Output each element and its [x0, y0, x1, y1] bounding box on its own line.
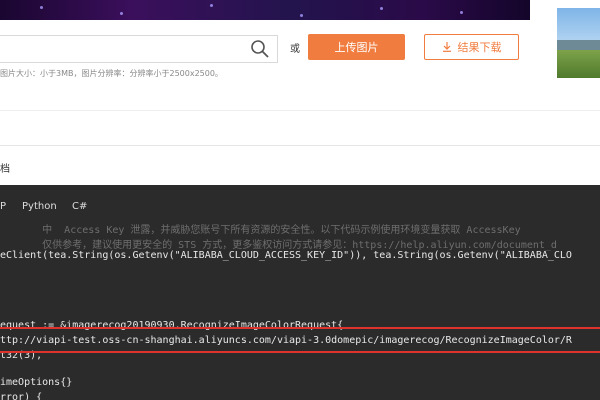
search-icon[interactable] — [249, 38, 271, 60]
code-line-runtime: imeOptions{} — [0, 377, 73, 388]
lang-tab-csharp[interactable]: C# — [72, 201, 87, 212]
section-header: 档 — [0, 145, 600, 186]
lang-tab-python[interactable]: Python — [22, 201, 57, 212]
code-panel: P Python C# 中 Access Key 泄露，并威胁您账号下所有资源的… — [0, 185, 600, 400]
sample-image-thumbnail[interactable] — [557, 8, 600, 78]
code-line-error: rror) { — [0, 392, 43, 400]
or-label: 或 — [290, 44, 300, 55]
code-line-comment-2: 仅供参考，建议使用更安全的 STS 方式，更多鉴权访问方式请参见：https:/… — [0, 240, 557, 251]
code-line-client: eClient(tea.String(os.Getenv("ALIBABA_CL… — [0, 250, 572, 261]
lang-tab-php[interactable]: P — [0, 201, 6, 212]
upload-hint: 图片大小：小于3MB，图片分辨率：分辨率小于2500x2500。 — [0, 69, 223, 78]
upload-button-label: 上传图片 — [334, 41, 379, 54]
right-gutter — [530, 0, 557, 90]
divider — [0, 110, 600, 111]
download-results-button[interactable]: 结果下载 — [424, 34, 519, 60]
code-line-comment-1: 中 Access Key 泄露，并威胁您账号下所有资源的安全性。以下代码示例使用… — [0, 225, 521, 236]
top-banner-image — [0, 0, 530, 20]
upload-image-button[interactable]: 上传图片 — [308, 34, 405, 60]
section-tab-label[interactable]: 档 — [0, 160, 10, 175]
download-button-label: 结果下载 — [457, 41, 502, 54]
image-url-input[interactable] — [0, 35, 278, 63]
highlight-annotation — [0, 327, 600, 353]
download-icon — [442, 42, 451, 52]
